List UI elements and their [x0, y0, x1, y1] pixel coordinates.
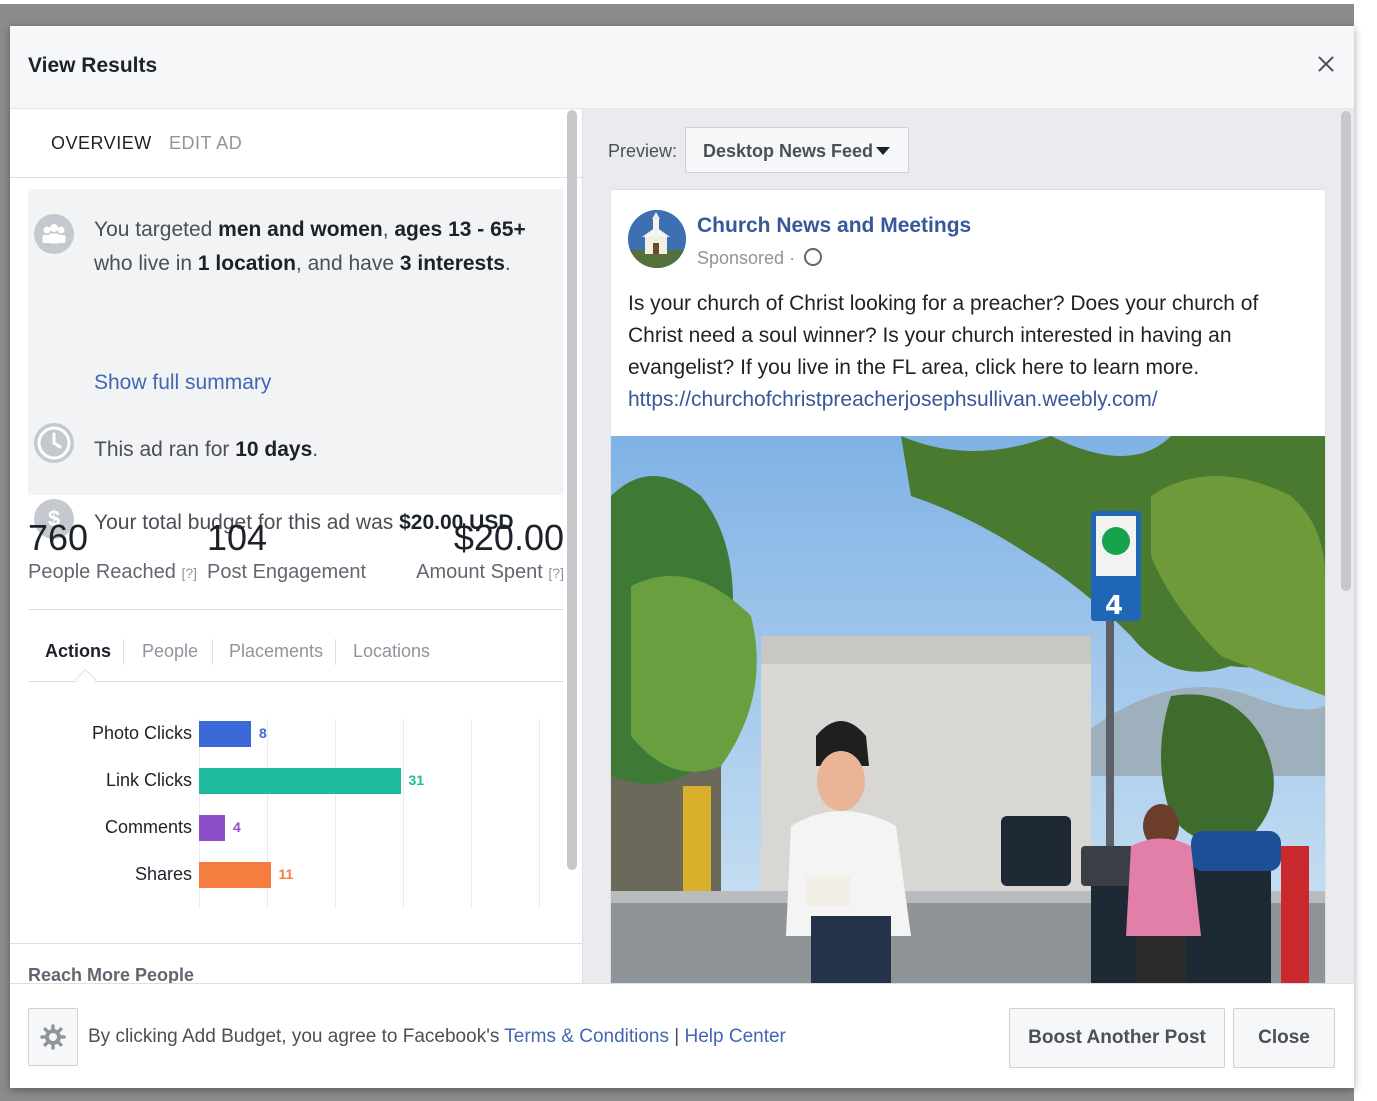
chart-gridline — [335, 719, 336, 909]
agreement-text: By clicking Add Budget, you agree to Fac… — [88, 1026, 786, 1047]
terms-link[interactable]: Terms & Conditions — [504, 1026, 669, 1047]
sponsored-label: Sponsored · — [697, 248, 823, 269]
stat-value: 104 — [207, 517, 268, 558]
targeting-text: You targeted men and women, ages 13 - 65… — [94, 218, 526, 275]
tab-actions[interactable]: Actions — [45, 641, 111, 662]
chart-category-label: Link Clicks — [105, 770, 192, 790]
chart-data-label: 11 — [278, 866, 294, 882]
actions-bar-chart: Photo Clicks 8 Link Clicks 31 Comments 4 Share… — [28, 709, 564, 949]
tab-overview[interactable]: OVERVIEW — [51, 133, 152, 154]
chart-category-label: Photo Clicks — [91, 723, 192, 743]
chart-bar[interactable] — [199, 815, 225, 841]
chart-data-label: 31 — [408, 772, 425, 788]
close-icon[interactable] — [1314, 52, 1338, 76]
breakdown-tabs: Actions People Placements Locations — [28, 629, 564, 691]
stat-value: $20.00 — [453, 517, 564, 558]
divider — [28, 609, 564, 610]
bus-stop-number: 4 — [1105, 591, 1123, 621]
help-icon[interactable]: [?] — [181, 565, 197, 581]
tab-separator — [335, 639, 336, 665]
modal-header: View Results — [10, 26, 1354, 109]
left-scrollbar[interactable] — [567, 110, 577, 870]
tab-separator — [123, 639, 124, 665]
help-center-link[interactable]: Help Center — [685, 1026, 786, 1047]
boost-another-post-button[interactable]: Boost Another Post — [1009, 1008, 1225, 1068]
results-panel: OVERVIEW EDIT AD You targeted men and wo… — [10, 109, 582, 983]
settings-button[interactable] — [28, 1008, 78, 1066]
tab-locations[interactable]: Locations — [353, 641, 430, 662]
post-body-text: Is your church of Christ looking for a p… — [628, 292, 1259, 379]
chart-data-label: 4 — [233, 819, 241, 835]
show-full-summary-link[interactable]: Show full summary — [94, 371, 271, 395]
stat-people-reached: 760 People Reached [?] — [28, 517, 197, 584]
stat-post-engagement: 104 Post Engagement — [207, 517, 366, 584]
page-name-link[interactable]: Church News and Meetings — [697, 214, 971, 238]
people-icon — [34, 214, 74, 254]
duration-text: This ad ran for 10 days. — [94, 438, 319, 461]
post-photo[interactable]: 4 — [611, 436, 1325, 983]
chart-category-label: Comments — [104, 817, 192, 837]
stat-amount-spent: $20.00 Amount Spent [?] — [416, 517, 564, 584]
tab-edit-ad[interactable]: EDIT AD — [169, 133, 242, 154]
stat-value: 760 — [28, 517, 89, 558]
stat-label: People Reached [?] — [28, 561, 198, 583]
help-icon[interactable]: [?] — [548, 565, 564, 581]
ad-post-preview: Church News and Meetings Sponsored · Is … — [610, 189, 1326, 983]
gear-icon — [40, 1024, 66, 1050]
preview-placement-select[interactable]: Desktop News Feed — [685, 127, 909, 173]
view-results-modal: View Results OVERVIEW EDIT AD You target… — [10, 26, 1354, 1088]
preview-panel: Preview: Desktop News Feed Church News a… — [582, 109, 1354, 983]
backdrop-right — [1354, 0, 1377, 1101]
stat-label: Amount Spent [?] — [416, 561, 564, 583]
chart-bar[interactable] — [199, 721, 251, 747]
chart-gridline — [471, 719, 472, 909]
close-button[interactable]: Close — [1233, 1008, 1335, 1068]
chart-gridline — [539, 719, 540, 909]
tab-separator — [212, 639, 213, 665]
tab-people[interactable]: People — [142, 641, 198, 662]
chart-bar[interactable] — [199, 768, 401, 794]
chart-gridline — [403, 719, 404, 909]
chart-category-label: Shares — [134, 864, 192, 884]
tab-placements[interactable]: Placements — [229, 641, 323, 662]
right-scrollbar[interactable] — [1341, 111, 1351, 591]
divider — [10, 943, 582, 944]
caret-down-icon — [876, 147, 890, 155]
modal-footer: By clicking Add Budget, you agree to Fac… — [10, 983, 1354, 1088]
clock-icon — [34, 423, 74, 463]
targeting-summary: You targeted men and women, ages 13 - 65… — [28, 189, 564, 539]
backdrop-top — [0, 0, 1377, 4]
active-tab-caret — [74, 668, 97, 691]
chart-data-label: 8 — [259, 725, 267, 741]
chart-bar[interactable] — [199, 862, 271, 888]
reach-more-title: Reach More People — [28, 965, 195, 983]
preview-label: Preview: — [608, 141, 678, 161]
page-avatar[interactable] — [628, 210, 686, 268]
stat-label: Post Engagement — [207, 561, 366, 583]
post-url-link[interactable]: https://churchofchristpreacherjosephsull… — [628, 388, 1158, 412]
modal-title: View Results — [28, 54, 158, 77]
top-tabs: OVERVIEW EDIT AD — [10, 109, 582, 178]
preview-select-value: Desktop News Feed — [703, 141, 874, 161]
globe-icon — [804, 248, 823, 266]
